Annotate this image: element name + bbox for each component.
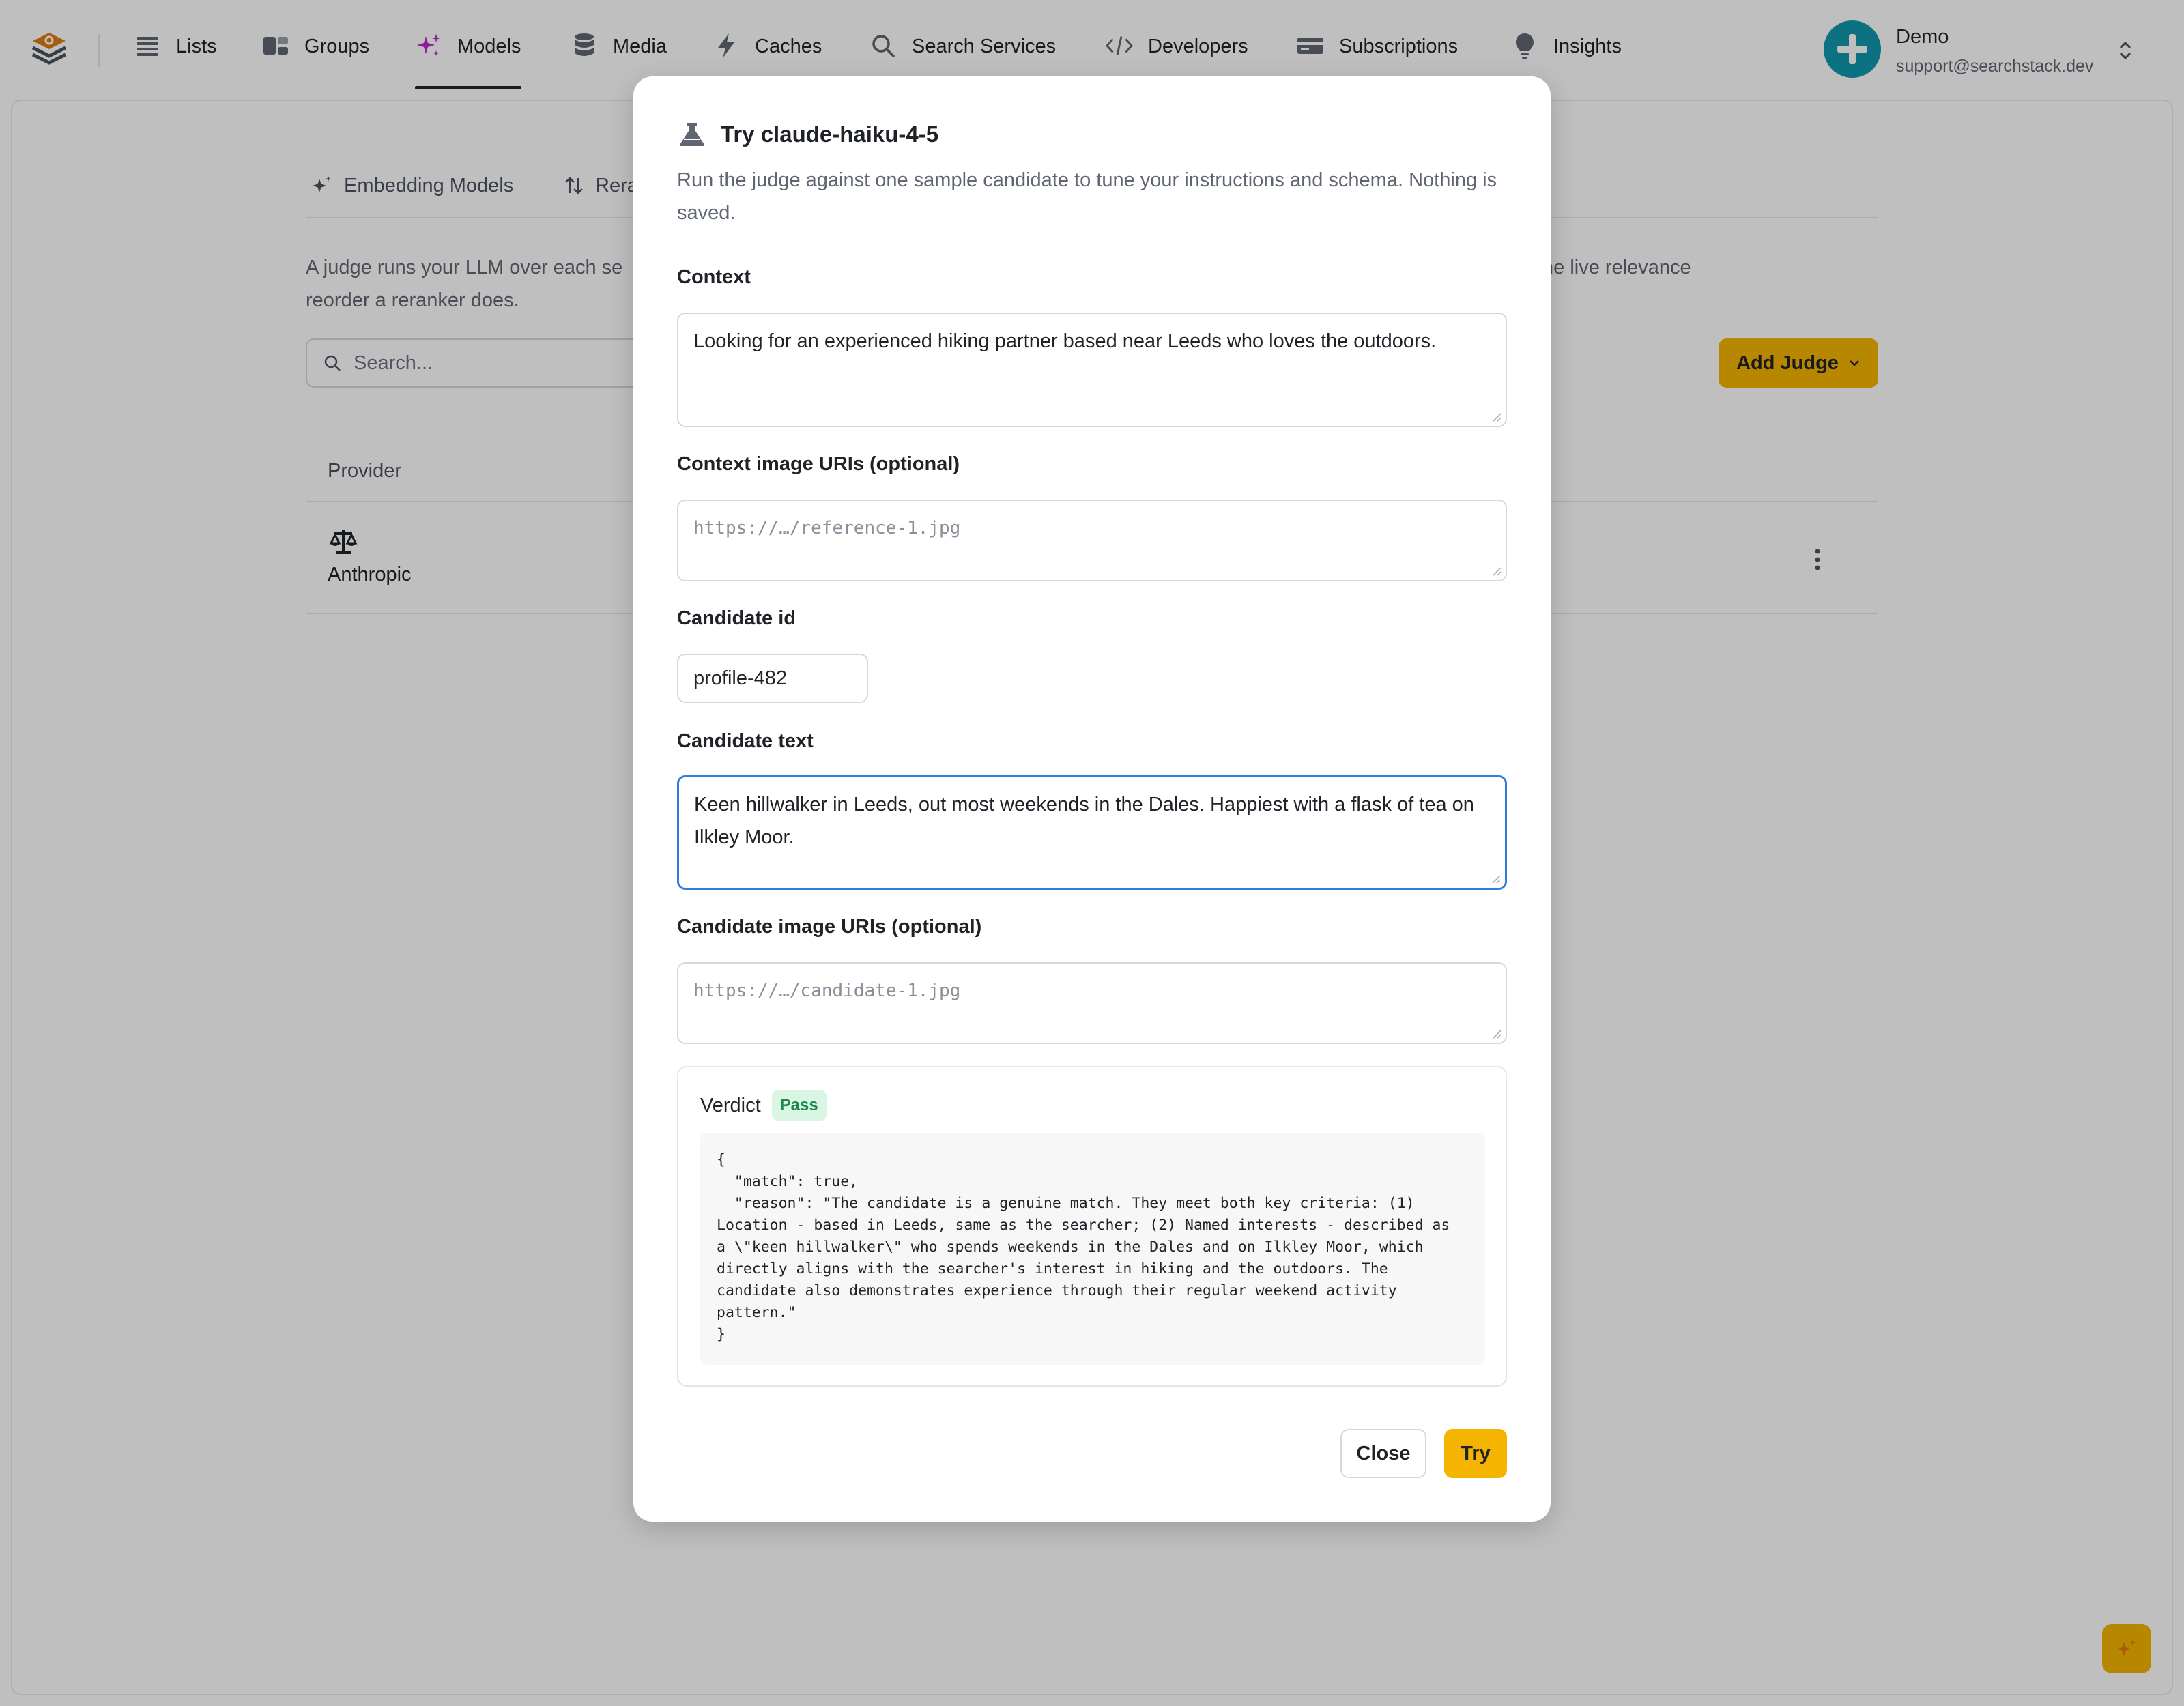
candidate-text-value: Keen hillwalker in Leeds, out most weeke…: [694, 794, 1474, 848]
dialog-title-text: Try claude-haiku-4-5: [721, 121, 939, 147]
candidate-id-label: Candidate id: [677, 607, 796, 629]
verdict-json: { "match": true, "reason": "The candidat…: [700, 1133, 1485, 1365]
candidate-images-textarea[interactable]: https://…/candidate-1.jpg: [677, 962, 1507, 1044]
candidate-images-label: Candidate image URIs (optional): [677, 916, 982, 938]
close-button[interactable]: Close: [1340, 1429, 1426, 1478]
flask-icon: [679, 123, 705, 146]
context-images-textarea[interactable]: https://…/reference-1.jpg: [677, 500, 1507, 581]
resize-handle-icon[interactable]: [1490, 873, 1501, 884]
dialog-title: Try claude-haiku-4-5: [677, 121, 938, 147]
candidate-id-input[interactable]: profile-482: [677, 654, 868, 703]
resize-handle-icon[interactable]: [1491, 411, 1502, 422]
verdict-panel: Verdict Pass { "match": true, "reason": …: [677, 1066, 1507, 1387]
try-judge-dialog: Try claude-haiku-4-5 Run the judge again…: [633, 76, 1551, 1522]
candidate-id-value: profile-482: [693, 667, 788, 689]
verdict-header: Verdict Pass: [700, 1090, 827, 1121]
candidate-text-label: Candidate text: [677, 730, 814, 752]
context-images-placeholder: https://…/reference-1.jpg: [693, 518, 961, 538]
context-images-label: Context image URIs (optional): [677, 453, 960, 475]
resize-handle-icon[interactable]: [1491, 565, 1502, 576]
resize-handle-icon[interactable]: [1491, 1028, 1502, 1039]
status-badge: Pass: [771, 1090, 827, 1121]
candidate-text-textarea[interactable]: Keen hillwalker in Leeds, out most weeke…: [677, 775, 1507, 890]
context-value: Looking for an experienced hiking partne…: [693, 330, 1437, 352]
context-textarea[interactable]: Looking for an experienced hiking partne…: [677, 313, 1507, 427]
candidate-images-placeholder: https://…/candidate-1.jpg: [693, 981, 961, 1001]
try-button[interactable]: Try: [1444, 1429, 1507, 1478]
verdict-label: Verdict: [700, 1094, 761, 1116]
context-label: Context: [677, 266, 751, 288]
dialog-subtitle: Run the judge against one sample candida…: [677, 169, 1497, 224]
